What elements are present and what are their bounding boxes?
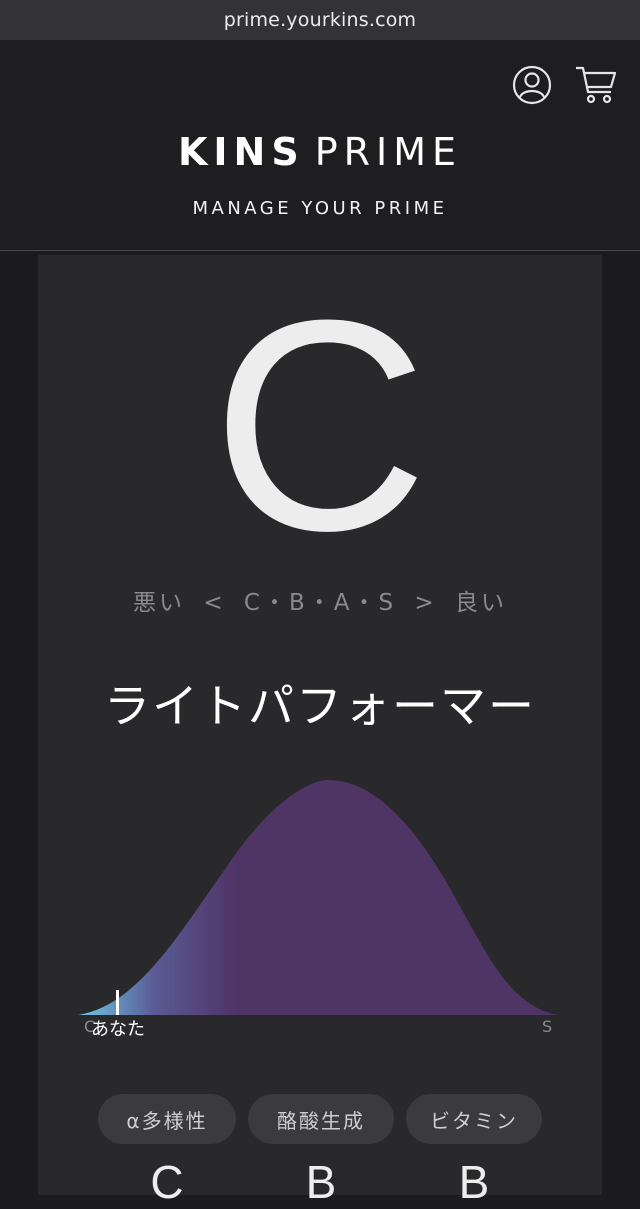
page-subtitle: MANAGE YOUR PRIME <box>192 198 448 219</box>
scale-left-arrow: < <box>203 590 226 616</box>
category-chips: α多様性 酪酸生成 ビタミン <box>98 1094 558 1144</box>
shopping-cart-icon <box>576 66 617 104</box>
site-header: KINS PRIME MANAGE YOUR PRIME <box>0 40 640 251</box>
axis-max-label: S <box>542 1017 553 1036</box>
cart-button[interactable] <box>574 64 618 106</box>
grade-alpha-diversity: C <box>150 1156 184 1208</box>
scale-right-arrow: > <box>414 590 437 616</box>
scale-bad-label: 悪い <box>133 590 185 616</box>
scale-good-label: 良い <box>454 590 507 616</box>
you-marker <box>116 990 119 1015</box>
chip-butyrate-production[interactable]: 酪酸生成 <box>248 1094 394 1144</box>
distribution-chart <box>78 775 558 1045</box>
chip-vitamin[interactable]: ビタミン <box>406 1094 542 1144</box>
result-card: C 悪い < C・B・A・S > 良い ライトパフォーマー C S あなた α多… <box>38 255 602 1208</box>
grade-vitamin: B <box>458 1156 490 1208</box>
brand-logo[interactable]: KINS PRIME <box>0 130 640 174</box>
chip-alpha-diversity[interactable]: α多様性 <box>98 1094 236 1144</box>
brand-kins: KINS <box>177 130 305 174</box>
account-button[interactable] <box>511 64 553 106</box>
distribution-curve <box>78 780 558 1015</box>
grade-scale: 悪い < C・B・A・S > 良い <box>38 583 602 617</box>
overall-grade: C <box>211 257 429 593</box>
url-text: prime.yourkins.com <box>223 9 417 31</box>
scale-grades: C・B・A・S <box>243 590 397 616</box>
browser-url-bar[interactable]: prime.yourkins.com <box>0 0 640 40</box>
user-circle-icon <box>512 65 552 105</box>
performer-type-title: ライトパフォーマー <box>104 679 536 733</box>
brand-prime: PRIME <box>314 130 463 174</box>
you-label: あなた <box>91 1019 145 1040</box>
grade-butyrate-production: B <box>305 1156 337 1208</box>
